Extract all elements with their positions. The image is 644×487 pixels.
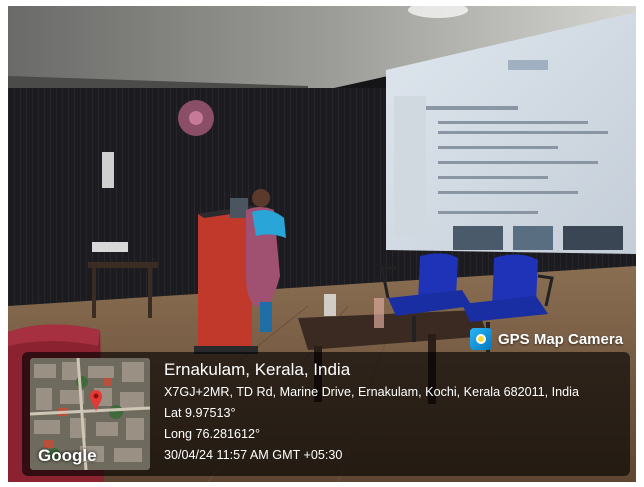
google-map-label: Google — [38, 446, 97, 465]
gps-map-camera-icon — [470, 328, 492, 350]
latitude-text: Lat 9.97513° — [164, 406, 236, 420]
location-minimap: Google — [30, 358, 150, 470]
longitude-text: Long 76.281612° — [164, 427, 261, 441]
location-details: Ernakulam, Kerala, India X7GJ+2MR, TD Rd… — [164, 358, 579, 466]
datetime-text: 30/04/24 11:57 AM GMT +05:30 — [164, 448, 343, 462]
address-text: X7GJ+2MR, TD Rd, Marine Drive, Ernakulam… — [164, 385, 579, 399]
place-name: Ernakulam, Kerala, India — [164, 360, 351, 379]
gps-map-camera-label: GPS Map Camera — [498, 330, 624, 348]
geotag-stamp: Google Ernakulam, Kerala, India X7GJ+2MR… — [22, 352, 630, 476]
photo: GPS Map Camera Google Ernakulam, Kerala,… — [8, 6, 636, 482]
gps-map-camera-badge: GPS Map Camera — [470, 328, 623, 350]
